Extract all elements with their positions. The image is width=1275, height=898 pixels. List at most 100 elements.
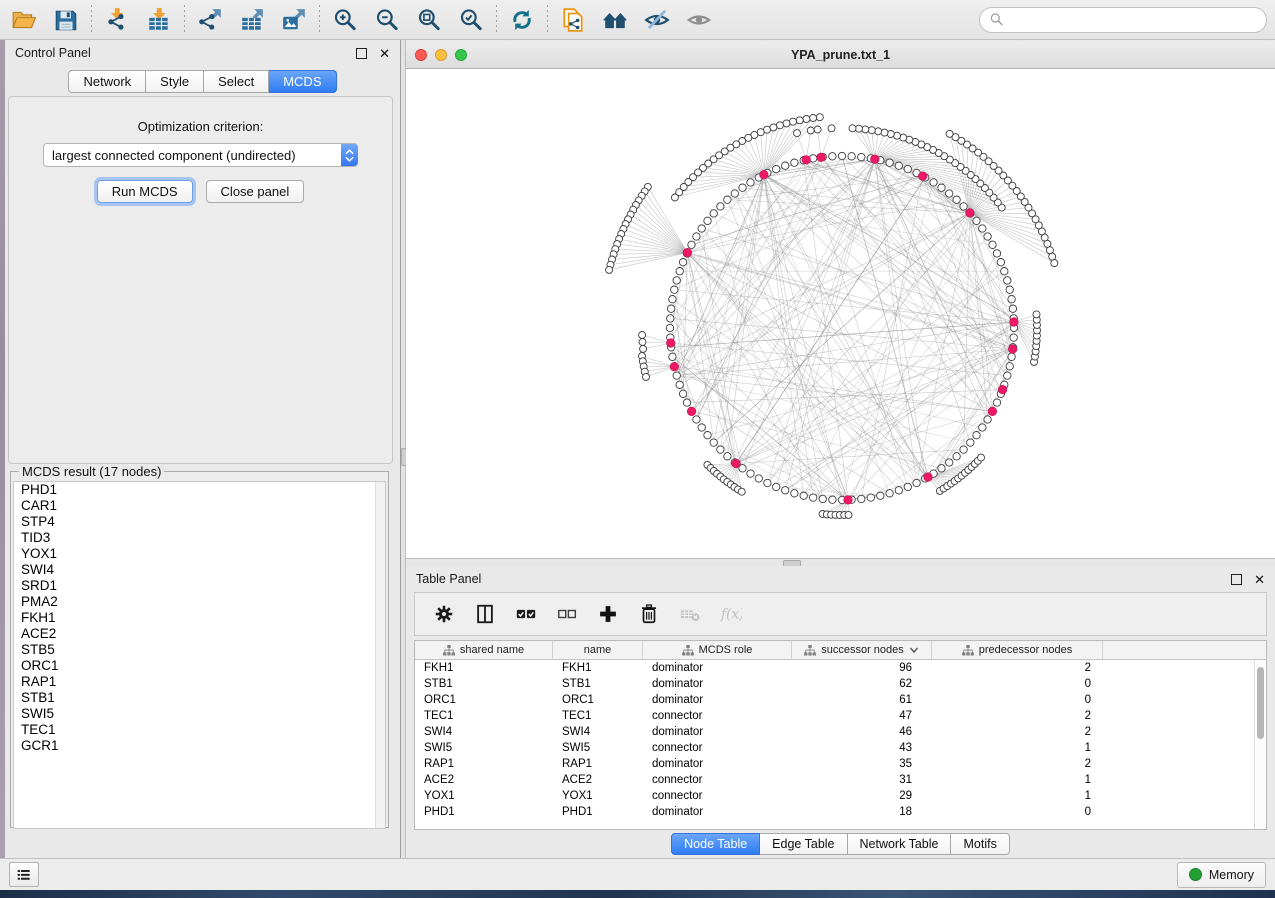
search-input[interactable] xyxy=(1010,11,1257,28)
table-row[interactable]: SWI5SWI5connector431 xyxy=(415,740,1266,756)
memory-button[interactable]: Memory xyxy=(1177,862,1266,888)
chevron-down-icon[interactable] xyxy=(909,646,919,654)
result-node-item[interactable]: STB1 xyxy=(14,690,385,706)
tab-network-table[interactable]: Network Table xyxy=(848,833,952,855)
table-cell[interactable]: 18 xyxy=(792,806,932,818)
table-cell[interactable]: 31 xyxy=(792,774,932,786)
result-node-item[interactable]: SWI5 xyxy=(14,706,385,722)
result-node-item[interactable]: PHD1 xyxy=(14,482,385,498)
result-node-item[interactable]: SWI4 xyxy=(14,562,385,578)
column-header-MCDS-role[interactable]: MCDS role xyxy=(643,641,792,659)
table-cell[interactable]: 61 xyxy=(792,694,932,706)
table-cell[interactable]: 1 xyxy=(932,774,1103,786)
result-node-item[interactable]: STB5 xyxy=(14,642,385,658)
plus-button[interactable] xyxy=(595,601,621,627)
tab-motifs[interactable]: Motifs xyxy=(951,833,1009,855)
table-cell[interactable]: 2 xyxy=(932,758,1103,770)
result-list-scrollbar[interactable] xyxy=(375,482,385,828)
open-folder-button[interactable] xyxy=(8,4,40,36)
close-panel-button[interactable]: Close panel xyxy=(206,180,305,203)
tab-select[interactable]: Select xyxy=(204,70,269,93)
result-node-item[interactable]: ORC1 xyxy=(14,658,385,674)
zoom-selected-button[interactable] xyxy=(455,4,487,36)
select-all-button[interactable] xyxy=(513,601,539,627)
zoom-in-button[interactable] xyxy=(329,4,361,36)
task-history-button[interactable] xyxy=(9,862,39,887)
network-graph[interactable] xyxy=(406,69,1275,559)
columns-button[interactable] xyxy=(472,601,498,627)
column-header-name[interactable]: name xyxy=(553,641,643,659)
column-header-shared-name[interactable]: shared name xyxy=(415,641,553,659)
table-row[interactable]: STB1STB1dominator620 xyxy=(415,676,1266,692)
table-cell[interactable]: FKH1 xyxy=(553,662,643,674)
table-cell[interactable]: 46 xyxy=(792,726,932,738)
table-cell[interactable]: dominator xyxy=(643,806,792,818)
close-panel-icon[interactable]: ✕ xyxy=(379,47,390,60)
tab-mcds[interactable]: MCDS xyxy=(269,70,336,93)
table-cell[interactable]: FKH1 xyxy=(415,662,553,674)
table-cell[interactable]: 47 xyxy=(792,710,932,722)
column-header-successor-nodes[interactable]: successor nodes xyxy=(792,641,932,659)
table-row[interactable]: YOX1YOX1connector291 xyxy=(415,788,1266,804)
table-cell[interactable]: 0 xyxy=(932,678,1103,690)
deselect-all-button[interactable] xyxy=(554,601,580,627)
table-cell[interactable]: 35 xyxy=(792,758,932,770)
tab-edge-table[interactable]: Edge Table xyxy=(760,833,847,855)
table-cell[interactable]: 62 xyxy=(792,678,932,690)
export-image-button[interactable] xyxy=(278,4,310,36)
table-cell[interactable]: connector xyxy=(643,742,792,754)
table-row[interactable]: RAP1RAP1dominator352 xyxy=(415,756,1266,772)
table-cell[interactable]: dominator xyxy=(643,694,792,706)
export-table-button[interactable] xyxy=(236,4,268,36)
table-cell[interactable]: 96 xyxy=(792,662,932,674)
import-network-button[interactable] xyxy=(101,4,133,36)
tab-network[interactable]: Network xyxy=(68,70,146,93)
run-mcds-button[interactable]: Run MCDS xyxy=(97,180,193,203)
column-header-predecessor-nodes[interactable]: predecessor nodes xyxy=(932,641,1103,659)
result-node-item[interactable]: FKH1 xyxy=(14,610,385,626)
result-node-item[interactable]: SRD1 xyxy=(14,578,385,594)
save-button[interactable] xyxy=(50,4,82,36)
result-node-item[interactable]: CAR1 xyxy=(14,498,385,514)
float-panel-icon[interactable] xyxy=(356,48,367,59)
table-cell[interactable]: dominator xyxy=(643,758,792,770)
table-cell[interactable]: 2 xyxy=(932,662,1103,674)
table-cell[interactable]: ACE2 xyxy=(553,774,643,786)
table-cell[interactable]: ORC1 xyxy=(415,694,553,706)
result-node-item[interactable]: TID3 xyxy=(14,530,385,546)
table-cell[interactable]: YOX1 xyxy=(415,790,553,802)
table-cell[interactable]: 1 xyxy=(932,790,1103,802)
table-row[interactable]: FKH1FKH1dominator962 xyxy=(415,660,1266,676)
tab-node-table[interactable]: Node Table xyxy=(671,833,760,855)
table-scrollbar[interactable] xyxy=(1254,660,1266,829)
criterion-select[interactable]: largest connected component (undirected) xyxy=(43,143,358,167)
show-all-button[interactable] xyxy=(683,4,715,36)
gear-button[interactable] xyxy=(431,601,457,627)
table-row[interactable]: ORC1ORC1dominator610 xyxy=(415,692,1266,708)
table-cell[interactable]: 29 xyxy=(792,790,932,802)
table-cell[interactable]: ACE2 xyxy=(415,774,553,786)
result-node-item[interactable]: STP4 xyxy=(14,514,385,530)
table-cell[interactable]: connector xyxy=(643,790,792,802)
table-cell[interactable]: 2 xyxy=(932,710,1103,722)
tab-style[interactable]: Style xyxy=(146,70,204,93)
table-cell[interactable]: SWI5 xyxy=(415,742,553,754)
table-cell[interactable]: RAP1 xyxy=(553,758,643,770)
result-node-item[interactable]: PMA2 xyxy=(14,594,385,610)
table-cell[interactable]: STB1 xyxy=(553,678,643,690)
result-node-item[interactable]: GCR1 xyxy=(14,738,385,754)
table-cell[interactable]: connector xyxy=(643,710,792,722)
table-row[interactable]: SWI4SWI4dominator462 xyxy=(415,724,1266,740)
zoom-fit-button[interactable] xyxy=(413,4,445,36)
scrollbar-thumb[interactable] xyxy=(1257,667,1264,739)
hide-selected-button[interactable] xyxy=(641,4,673,36)
table-cell[interactable]: 43 xyxy=(792,742,932,754)
table-cell[interactable]: connector xyxy=(643,774,792,786)
table-cell[interactable]: PHD1 xyxy=(415,806,553,818)
table-cell[interactable]: 0 xyxy=(932,694,1103,706)
export-network-button[interactable] xyxy=(194,4,226,36)
table-cell[interactable]: ORC1 xyxy=(553,694,643,706)
table-cell[interactable]: TEC1 xyxy=(415,710,553,722)
float-panel-icon[interactable] xyxy=(1231,574,1242,585)
close-panel-icon[interactable]: ✕ xyxy=(1254,573,1265,586)
